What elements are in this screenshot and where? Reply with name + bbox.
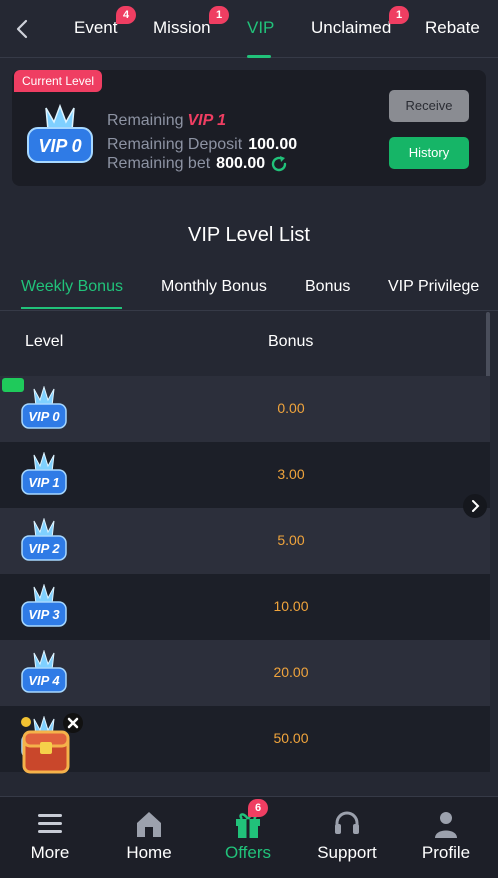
subtab-vip-privilege[interactable]: VIP Privilege: [388, 278, 479, 296]
nav-support-label: Support: [317, 843, 377, 862]
history-button[interactable]: History: [389, 137, 469, 169]
vip-level-text: VIP 4: [28, 673, 60, 688]
nav-more-label: More: [30, 843, 70, 862]
remaining-vip-row: Remaining VIP 1: [107, 112, 226, 130]
nav-offers-label: Offers: [225, 843, 271, 862]
tab-mission[interactable]: Mission: [153, 18, 211, 38]
nav-support[interactable]: Support: [297, 797, 397, 878]
mission-badge: 1: [209, 6, 229, 24]
tab-rebate[interactable]: Rebate: [425, 18, 480, 38]
scroll-right-button[interactable]: [463, 494, 487, 518]
table-row: VIP 0 0.00: [0, 376, 490, 442]
subtab-monthly-bonus[interactable]: Monthly Bonus: [161, 278, 267, 296]
remaining-bet-row: Remaining bet 800.00: [107, 155, 265, 173]
event-badge: 4: [116, 6, 136, 24]
tab-unclaimed[interactable]: Unclaimed: [311, 18, 391, 38]
table-header: Level Bonus: [0, 311, 498, 375]
table-row: VIP 2 5.00: [0, 508, 490, 574]
menu-icon: [38, 814, 62, 833]
refresh-icon[interactable]: [269, 154, 289, 174]
user-icon: [435, 812, 457, 838]
header-level: Level: [25, 333, 64, 350]
nav-more[interactable]: More: [0, 797, 100, 878]
headset-icon: [335, 811, 359, 834]
chevron-right-icon: [472, 500, 480, 512]
nav-profile[interactable]: Profile: [396, 797, 496, 878]
back-arrow-icon[interactable]: [10, 16, 36, 42]
top-nav: Event 4 Mission 1 VIP Unclaimed 1 Rebate: [0, 0, 498, 58]
remaining-vip-value: VIP 1: [187, 112, 227, 129]
nav-home[interactable]: Home: [99, 797, 199, 878]
receive-button[interactable]: Receive: [389, 90, 469, 122]
vip-badge-icon: VIP 4: [21, 650, 67, 693]
table-row: VIP 1 3.00: [0, 442, 490, 508]
nav-profile-label: Profile: [421, 843, 471, 862]
bottom-nav: More Home 6 Offers Support Profile: [0, 796, 498, 878]
vip-big-text: VIP 0: [38, 136, 81, 156]
close-icon[interactable]: [62, 712, 84, 734]
nav-home-label: Home: [126, 843, 172, 862]
vip-level-badge-icon: VIP 0: [27, 104, 93, 163]
active-tab-indicator: [247, 55, 271, 58]
bonus-value: 0.00: [277, 400, 305, 416]
vip-level-text: VIP 1: [28, 475, 59, 490]
bonus-value: 20.00: [273, 664, 309, 680]
vip-level-list-title: VIP Level List: [188, 224, 310, 246]
active-subtab-indicator: [21, 307, 122, 309]
tab-event[interactable]: Event: [74, 18, 117, 38]
remaining-deposit-row: Remaining Deposit 100.00: [107, 136, 297, 154]
subtab-bonus[interactable]: Bonus: [305, 278, 350, 296]
bet-value: 800.00: [216, 155, 266, 172]
table-row: VIP 3 10.00: [0, 574, 490, 640]
current-level-tag: Current Level: [14, 70, 103, 92]
vip-badge-icon: VIP 2: [21, 518, 67, 561]
bet-label: Remaining bet: [107, 155, 211, 172]
vip-badge-icon: VIP 1: [21, 452, 67, 495]
bonus-value: 5.00: [277, 532, 305, 548]
bonus-value: 3.00: [277, 466, 305, 482]
vip-badge-icon: VIP 0: [21, 386, 67, 429]
header-bonus: Bonus: [268, 333, 314, 350]
current-level-card: Current Level VIP 0 Remaining VIP 1 Remai…: [12, 70, 486, 186]
unclaimed-badge: 1: [389, 6, 409, 24]
vip-level-text: VIP 3: [28, 607, 60, 622]
bonus-value: 50.00: [273, 730, 309, 746]
bonus-value: 10.00: [273, 598, 309, 614]
vip-level-text: VIP 2: [28, 541, 60, 556]
tab-vip[interactable]: VIP: [247, 18, 274, 38]
remaining-label: Remaining: [107, 112, 184, 129]
current-level-pointer-icon: [2, 378, 24, 392]
subtab-weekly-bonus[interactable]: Weekly Bonus: [21, 278, 123, 296]
nav-offers[interactable]: 6 Offers: [198, 797, 298, 878]
home-icon: [137, 812, 161, 837]
deposit-label: Remaining Deposit: [107, 136, 243, 153]
deposit-value: 100.00: [248, 136, 298, 153]
table-row: VIP 4 20.00: [0, 640, 490, 706]
treasure-chest-widget[interactable]: [18, 713, 83, 778]
offers-badge: 6: [248, 799, 268, 817]
vip-level-text: VIP 0: [28, 409, 60, 424]
vip-badge-icon: VIP 3: [21, 584, 67, 627]
